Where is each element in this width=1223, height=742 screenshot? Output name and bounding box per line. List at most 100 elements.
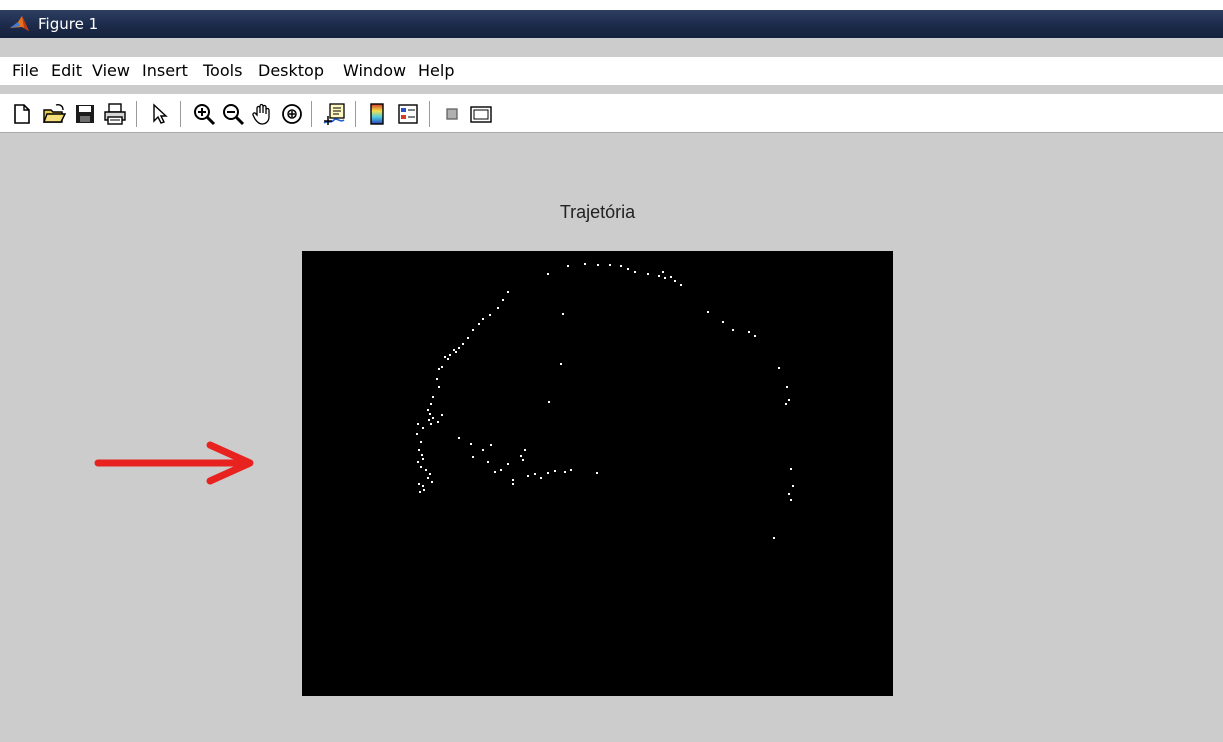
trajectory-point bbox=[584, 263, 586, 265]
trajectory-point bbox=[570, 469, 572, 471]
trajectory-point bbox=[507, 291, 509, 293]
trajectory-point bbox=[458, 347, 460, 349]
trajectory-point bbox=[417, 461, 419, 463]
trajectory-point bbox=[560, 363, 562, 365]
figure-window: Figure 1 File Edit View Insert Tools Des… bbox=[0, 10, 1223, 742]
trajectory-point bbox=[658, 275, 660, 277]
trajectory-point bbox=[662, 271, 664, 273]
trajectory-point bbox=[732, 329, 734, 331]
print-icon[interactable] bbox=[103, 102, 127, 126]
trajectory-point bbox=[524, 449, 526, 451]
trajectory-point bbox=[455, 351, 457, 353]
trajectory-point bbox=[620, 265, 622, 267]
data-cursor-icon[interactable] bbox=[322, 102, 346, 126]
menu-edit[interactable]: Edit bbox=[51, 61, 82, 80]
trajectory-point bbox=[778, 367, 780, 369]
trajectory-point bbox=[418, 449, 420, 451]
trajectory-point bbox=[540, 477, 542, 479]
trajectory-point bbox=[680, 284, 682, 286]
trajectory-point bbox=[494, 471, 496, 473]
menu-bar: File Edit View Insert Tools Desktop Wind… bbox=[0, 57, 1223, 85]
menu-view[interactable]: View bbox=[92, 61, 130, 80]
trajectory-point bbox=[512, 483, 514, 485]
trajectory-point bbox=[507, 463, 509, 465]
trajectory-point bbox=[423, 489, 425, 491]
trajectory-point bbox=[472, 329, 474, 331]
trajectory-point bbox=[438, 386, 440, 388]
trajectory-point bbox=[627, 268, 629, 270]
title-bar: Figure 1 bbox=[0, 10, 1223, 38]
plot-title: Trajetória bbox=[559, 202, 636, 222]
hide-plot-tools-icon[interactable] bbox=[440, 102, 464, 126]
trajectory-point bbox=[554, 470, 556, 472]
zoom-out-icon[interactable] bbox=[221, 102, 245, 126]
toolbar-separator bbox=[429, 101, 430, 127]
trajectory-point bbox=[502, 299, 504, 301]
toolbar-separator bbox=[180, 101, 181, 127]
toolbar-separator bbox=[136, 101, 137, 127]
trajectory-point bbox=[441, 414, 443, 416]
insert-colorbar-icon[interactable] bbox=[365, 102, 389, 126]
menu-insert[interactable]: Insert bbox=[142, 61, 188, 80]
new-figure-icon[interactable] bbox=[10, 102, 34, 126]
trajectory-point bbox=[441, 366, 443, 368]
trajectory-point bbox=[534, 473, 536, 475]
trajectory-point bbox=[634, 271, 636, 273]
trajectory-point bbox=[436, 378, 438, 380]
menu-tools[interactable]: Tools bbox=[203, 61, 242, 80]
trajectory-point bbox=[478, 323, 480, 325]
trajectory-point bbox=[609, 264, 611, 266]
save-icon[interactable] bbox=[73, 102, 97, 126]
trajectory-point bbox=[420, 466, 422, 468]
plot-axes bbox=[302, 251, 893, 696]
trajectory-point bbox=[438, 368, 440, 370]
trajectory-point bbox=[792, 485, 794, 487]
open-file-icon[interactable] bbox=[42, 102, 66, 126]
trajectory-point bbox=[422, 458, 424, 460]
trajectory-point bbox=[520, 455, 522, 457]
toolbar-separator bbox=[311, 101, 312, 127]
trajectory-point bbox=[790, 499, 792, 501]
trajectory-point bbox=[500, 469, 502, 471]
trajectory-point bbox=[773, 537, 775, 539]
pan-hand-icon[interactable] bbox=[250, 102, 274, 126]
trajectory-point bbox=[527, 475, 529, 477]
trajectory-point bbox=[722, 321, 724, 323]
trajectory-point bbox=[418, 483, 420, 485]
trajectory-point bbox=[785, 403, 787, 405]
trajectory-point bbox=[422, 427, 424, 429]
show-plot-tools-icon[interactable] bbox=[469, 102, 493, 126]
rotate-3d-icon[interactable] bbox=[280, 102, 304, 126]
figure-toolbar bbox=[0, 94, 1223, 133]
trajectory-point bbox=[482, 449, 484, 451]
edit-plot-pointer-icon[interactable] bbox=[148, 102, 172, 126]
trajectory-point bbox=[430, 403, 432, 405]
trajectory-point bbox=[432, 396, 434, 398]
menu-window[interactable]: Window bbox=[343, 61, 406, 80]
zoom-in-icon[interactable] bbox=[192, 102, 216, 126]
trajectory-point bbox=[422, 485, 424, 487]
insert-legend-icon[interactable] bbox=[396, 102, 420, 126]
trajectory-point bbox=[707, 311, 709, 313]
trajectory-point bbox=[567, 265, 569, 267]
trajectory-point bbox=[416, 433, 418, 435]
trajectory-point bbox=[564, 471, 566, 473]
trajectory-point bbox=[548, 401, 550, 403]
trajectory-points bbox=[416, 263, 794, 539]
menu-help[interactable]: Help bbox=[418, 61, 454, 80]
trajectory-point bbox=[449, 354, 451, 356]
trajectory-point bbox=[664, 277, 666, 279]
menu-file[interactable]: File bbox=[12, 61, 39, 80]
trajectory-point bbox=[489, 314, 491, 316]
trajectory-point bbox=[547, 273, 549, 275]
trajectory-point bbox=[427, 409, 429, 411]
trajectory-point bbox=[748, 331, 750, 333]
trajectory-point bbox=[472, 456, 474, 458]
trajectory-point bbox=[522, 459, 524, 461]
trajectory-point bbox=[419, 491, 421, 493]
trajectory-point bbox=[596, 472, 598, 474]
menu-desktop[interactable]: Desktop bbox=[258, 61, 324, 80]
trajectory-point bbox=[432, 417, 434, 419]
red-arrow-icon bbox=[94, 441, 254, 485]
trajectory-point bbox=[417, 423, 419, 425]
